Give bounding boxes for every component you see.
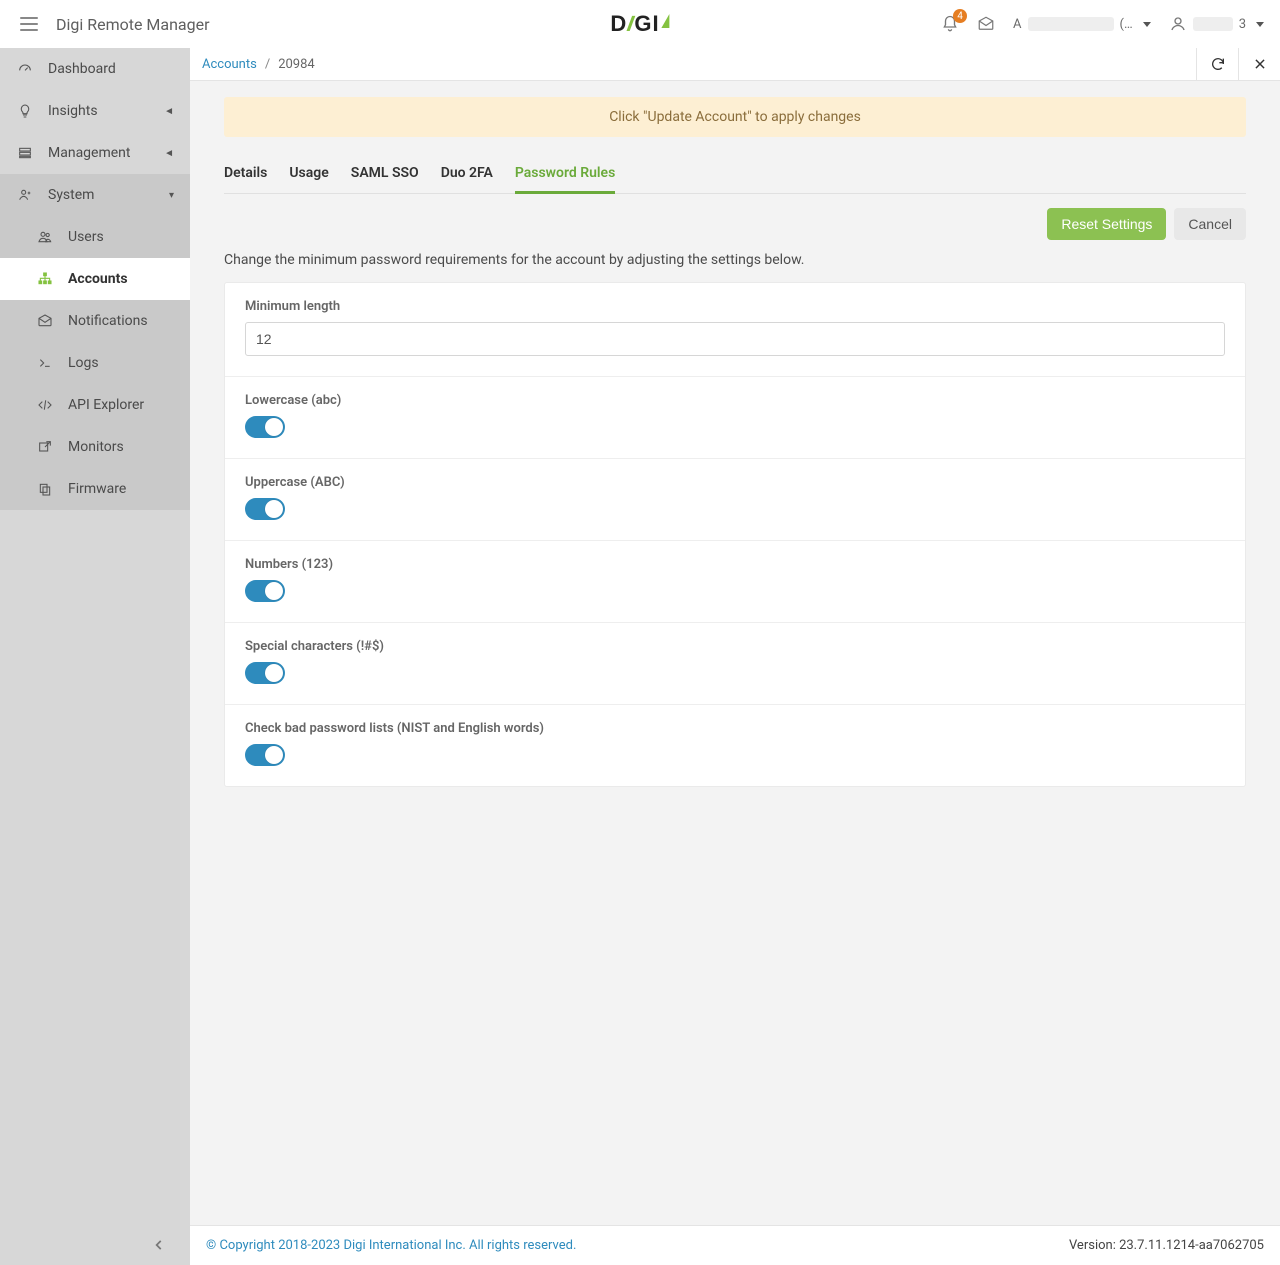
tab-details[interactable]: Details (224, 157, 267, 194)
tab-usage[interactable]: Usage (289, 157, 328, 194)
inbox-icon[interactable] (977, 15, 995, 33)
lowercase-label: Lowercase (abc) (245, 393, 1225, 408)
sidebar: Dashboard Insights ◄ Management ◄ System… (0, 48, 190, 1265)
footer: © Copyright 2018-2023 Digi International… (190, 1225, 1280, 1265)
users-icon (36, 229, 54, 245)
sidebar-item-users[interactable]: Users (0, 216, 190, 258)
user-menu[interactable]: 3 (1169, 15, 1264, 33)
sidebar-item-monitors[interactable]: Monitors (0, 426, 190, 468)
sidebar-item-label: Dashboard (48, 61, 116, 77)
min-length-label: Minimum length (245, 299, 1225, 314)
tab-saml-sso[interactable]: SAML SSO (351, 157, 419, 194)
app-title: Digi Remote Manager (56, 15, 210, 34)
close-button[interactable] (1238, 48, 1280, 80)
bulb-icon (16, 103, 34, 119)
badlist-label: Check bad password lists (NIST and Engli… (245, 721, 1225, 736)
code-icon (36, 397, 54, 413)
chevron-left-icon (152, 1238, 166, 1252)
stack-icon (16, 145, 34, 161)
gauge-icon (16, 61, 34, 77)
sidebar-item-accounts[interactable]: Accounts (0, 258, 190, 300)
caret-down-icon (1256, 22, 1264, 27)
sitemap-icon (36, 271, 54, 287)
user-plus-icon (16, 187, 34, 203)
min-length-input[interactable] (245, 322, 1225, 356)
caret-down-icon (1143, 22, 1151, 27)
sidebar-item-label: Accounts (68, 271, 128, 287)
cancel-button[interactable]: Cancel (1174, 208, 1246, 240)
sidebar-item-label: Users (68, 229, 104, 245)
breadcrumb-root-link[interactable]: Accounts (202, 57, 257, 72)
account-prefix: A (1013, 17, 1021, 32)
content-area: Accounts / 20984 Click "Update Account" … (190, 48, 1280, 1265)
breadcrumb: Accounts / 20984 (190, 48, 1280, 81)
sidebar-item-notifications[interactable]: Notifications (0, 300, 190, 342)
pending-changes-banner: Click "Update Account" to apply changes (224, 97, 1246, 137)
sidebar-item-label: API Explorer (68, 397, 144, 413)
uppercase-label: Uppercase (ABC) (245, 475, 1225, 490)
sidebar-item-dashboard[interactable]: Dashboard (0, 48, 190, 90)
lowercase-toggle[interactable] (245, 416, 285, 438)
chevron-left-icon: ◄ (164, 106, 174, 117)
reset-settings-button[interactable]: Reset Settings (1047, 208, 1166, 240)
masked-account-name (1028, 17, 1114, 31)
sidebar-item-label: Monitors (68, 439, 124, 455)
footer-version: Version: 23.7.11.1214-aa7062705 (1069, 1238, 1264, 1253)
close-icon (1253, 57, 1267, 71)
special-toggle[interactable] (245, 662, 285, 684)
special-label: Special characters (!#$) (245, 639, 1225, 654)
sidebar-item-label: System (48, 187, 94, 203)
sidebar-item-label: Logs (68, 355, 99, 371)
account-switcher[interactable]: A (… (1013, 17, 1151, 32)
sidebar-item-api-explorer[interactable]: API Explorer (0, 384, 190, 426)
hamburger-icon[interactable] (16, 13, 42, 35)
notifications-badge: 4 (953, 9, 967, 23)
chevron-left-icon: ◄ (164, 148, 174, 159)
intro-text: Change the minimum password requirements… (224, 252, 1246, 268)
brand-logo[interactable]: DIGI (610, 11, 669, 37)
sidebar-item-label: Notifications (68, 313, 148, 329)
sidebar-item-label: Management (48, 145, 130, 161)
sidebar-item-firmware[interactable]: Firmware (0, 468, 190, 510)
breadcrumb-current: 20984 (278, 57, 315, 72)
chevron-down-icon: ▾ (169, 190, 174, 201)
masked-user-name (1193, 17, 1233, 31)
terminal-icon (36, 355, 54, 371)
account-suffix: (… (1120, 17, 1133, 32)
numbers-toggle[interactable] (245, 580, 285, 602)
breadcrumb-separator: / (265, 57, 270, 72)
tab-password-rules[interactable]: Password Rules (515, 157, 615, 194)
tab-duo-2fa[interactable]: Duo 2FA (441, 157, 493, 194)
footer-copyright[interactable]: © Copyright 2018-2023 Digi International… (206, 1238, 576, 1253)
envelope-icon (36, 313, 54, 329)
sidebar-item-logs[interactable]: Logs (0, 342, 190, 384)
sidebar-item-insights[interactable]: Insights ◄ (0, 90, 190, 132)
user-icon (1169, 15, 1187, 33)
logo-triangle-icon (662, 14, 670, 28)
notifications-bell-icon[interactable]: 4 (941, 15, 959, 33)
copy-icon (36, 481, 54, 497)
badlist-toggle[interactable] (245, 744, 285, 766)
uppercase-toggle[interactable] (245, 498, 285, 520)
sidebar-item-management[interactable]: Management ◄ (0, 132, 190, 174)
sidebar-item-label: Insights (48, 103, 98, 119)
sidebar-item-label: Firmware (68, 481, 126, 497)
refresh-button[interactable] (1196, 48, 1238, 80)
user-suffix: 3 (1239, 17, 1246, 32)
password-rules-panel: Minimum length Lowercase (abc) Uppercase… (224, 282, 1246, 787)
sidebar-collapse-button[interactable] (0, 1225, 190, 1265)
sidebar-system-subnav: Users Accounts Notifications Logs API Ex… (0, 216, 190, 510)
top-bar: Digi Remote Manager DIGI 4 A (… 3 (0, 0, 1280, 48)
tab-bar: Details Usage SAML SSO Duo 2FA Password … (224, 157, 1246, 194)
numbers-label: Numbers (123) (245, 557, 1225, 572)
refresh-icon (1210, 56, 1226, 72)
external-icon (36, 439, 54, 455)
sidebar-item-system[interactable]: System ▾ (0, 174, 190, 216)
